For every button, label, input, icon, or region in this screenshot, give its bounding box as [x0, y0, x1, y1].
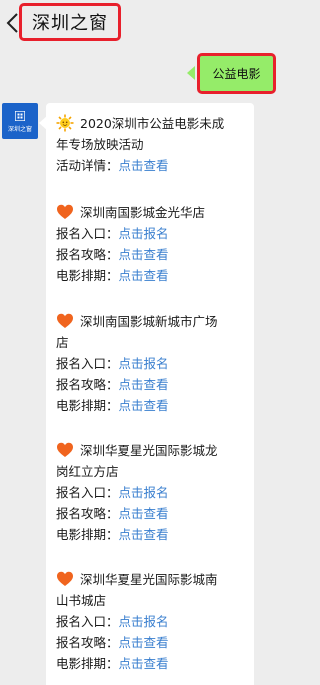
guide-link[interactable]: 点击查看: [119, 635, 169, 650]
row-label: 报名攻略：: [56, 247, 119, 262]
section-title-line2: 山书城店: [56, 593, 107, 608]
section-title-line1: 深圳南国影城金光华店: [80, 205, 206, 220]
info-row: 报名入口：点击报名: [56, 353, 248, 374]
info-row: 报名攻略：点击查看: [56, 374, 248, 395]
user-message-bubble[interactable]: 公益电影: [197, 53, 276, 94]
schedule-link[interactable]: 点击查看: [119, 398, 169, 413]
section-title-line1: 深圳南国影城新城市广场: [80, 314, 218, 329]
info-row: 活动详情：点击查看: [56, 155, 248, 176]
avatar[interactable]: 深圳之窗: [2, 103, 38, 139]
schedule-link[interactable]: 点击查看: [119, 268, 169, 283]
section-title-line2: 店: [56, 335, 69, 350]
chat-title-box: 深圳之窗: [19, 3, 121, 41]
section-title: 深圳华夏星光国际影城南 山书城店: [56, 569, 248, 611]
info-row: 报名攻略：点击查看: [56, 632, 248, 653]
section-title-line1: 深圳华夏星光国际影城南: [80, 572, 218, 587]
section-title-line1: 深圳华夏星光国际影城龙: [80, 443, 218, 458]
cinema-section: 深圳华夏星光国际影城南 山书城店 报名入口：点击报名 报名攻略：点击查看 电影排…: [56, 569, 248, 674]
section-title-line2: 年专场放映活动: [56, 137, 144, 152]
heart-icon: [57, 313, 73, 328]
avatar-label: 深圳之窗: [7, 126, 32, 133]
register-link[interactable]: 点击报名: [119, 614, 169, 629]
cinema-section: 深圳南国影城金光华店 报名入口：点击报名 报名攻略：点击查看 电影排期：点击查看: [56, 202, 248, 286]
register-link[interactable]: 点击报名: [119, 356, 169, 371]
cinema-section: 深圳华夏星光国际影城龙 岗红立方店 报名入口：点击报名 报名攻略：点击查看 电影…: [56, 440, 248, 545]
chat-header: 深圳之窗: [0, 0, 283, 44]
user-message-text: 公益电影: [212, 67, 261, 81]
section-title-line1: 2020深圳市公益电影未成: [80, 116, 225, 131]
guide-link[interactable]: 点击查看: [119, 377, 169, 392]
register-link[interactable]: 点击报名: [119, 485, 169, 500]
schedule-link[interactable]: 点击查看: [119, 656, 169, 671]
row-label: 报名攻略：: [56, 506, 119, 521]
info-row: 电影排期：点击查看: [56, 395, 248, 416]
info-row: 报名攻略：点击查看: [56, 503, 248, 524]
row-label: 活动详情：: [56, 158, 119, 173]
row-label: 电影排期：: [56, 268, 119, 283]
heart-icon: [57, 442, 73, 457]
section-title: 2020深圳市公益电影未成 年专场放映活动: [56, 113, 248, 155]
info-row: 报名入口：点击报名: [56, 223, 248, 244]
row-label: 电影排期：: [56, 398, 119, 413]
register-link[interactable]: 点击报名: [119, 226, 169, 241]
logo-icon: [15, 111, 25, 121]
info-row: 报名入口：点击报名: [56, 482, 248, 503]
row-label: 报名入口：: [56, 356, 119, 371]
section-title: 深圳南国影城新城市广场 店: [56, 311, 248, 353]
row-label: 电影排期：: [56, 527, 119, 542]
guide-link[interactable]: 点击查看: [119, 247, 169, 262]
details-link[interactable]: 点击查看: [119, 158, 169, 173]
guide-link[interactable]: 点击查看: [119, 506, 169, 521]
info-row: 电影排期：点击查看: [56, 265, 248, 286]
row-label: 报名入口：: [56, 226, 119, 241]
schedule-link[interactable]: 点击查看: [119, 527, 169, 542]
info-row: 报名入口：点击报名: [56, 611, 248, 632]
heart-icon: [57, 571, 73, 586]
event-section: 2020深圳市公益电影未成 年专场放映活动 活动详情：点击查看: [56, 113, 248, 176]
heart-icon: [57, 204, 73, 219]
row-label: 报名入口：: [56, 485, 119, 500]
row-label: 报名攻略：: [56, 635, 119, 650]
user-bubble-tail: [187, 66, 195, 80]
sun-icon: [56, 114, 74, 132]
info-row: 电影排期：点击查看: [56, 653, 248, 674]
info-row: 电影排期：点击查看: [56, 524, 248, 545]
section-title: 深圳南国影城金光华店: [56, 202, 248, 223]
row-label: 报名攻略：: [56, 377, 119, 392]
row-label: 电影排期：: [56, 656, 119, 671]
section-title-line2: 岗红立方店: [56, 464, 119, 479]
info-row: 报名攻略：点击查看: [56, 244, 248, 265]
reply-message-bubble: 2020深圳市公益电影未成 年专场放映活动 活动详情：点击查看 深圳南国影城金光…: [46, 103, 254, 685]
cinema-section: 深圳南国影城新城市广场 店 报名入口：点击报名 报名攻略：点击查看 电影排期：点…: [56, 311, 248, 416]
chat-title: 深圳之窗: [32, 13, 108, 34]
section-title: 深圳华夏星光国际影城龙 岗红立方店: [56, 440, 248, 482]
row-label: 报名入口：: [56, 614, 119, 629]
